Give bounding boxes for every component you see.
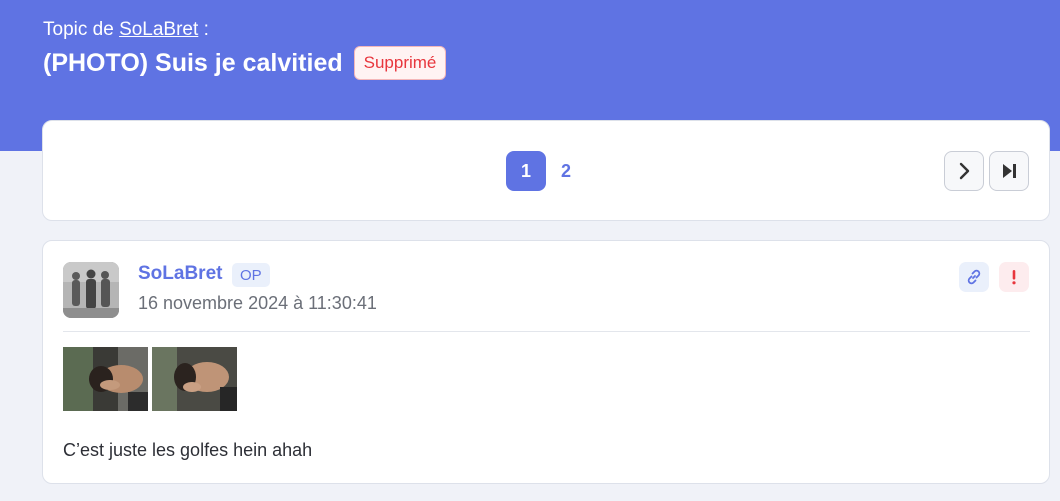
post-text: C’est juste les golfes hein ahah bbox=[63, 440, 313, 460]
post-divider bbox=[63, 331, 1030, 332]
post-image-thumbnail[interactable] bbox=[152, 347, 237, 411]
skip-to-last-icon bbox=[1003, 164, 1016, 178]
chevron-right-icon bbox=[959, 162, 970, 180]
last-page-button[interactable] bbox=[989, 151, 1029, 191]
page-title: (PHOTO) Suis je calvitied bbox=[43, 48, 343, 77]
topic-prefix: Topic de bbox=[43, 19, 114, 40]
page-button-2[interactable]: 2 bbox=[546, 151, 586, 191]
page-button-1[interactable]: 1 bbox=[506, 151, 546, 191]
post-author-link[interactable]: SoLaBret bbox=[138, 263, 222, 285]
topic-suffix: : bbox=[198, 19, 209, 40]
topic-author-link[interactable]: SoLaBret bbox=[119, 19, 198, 40]
report-icon bbox=[1012, 270, 1016, 285]
post-card: SoLaBret OP 16 novembre 2024 à 11:30:41 bbox=[42, 240, 1050, 484]
photo-thumbnail-image bbox=[63, 347, 148, 411]
photo-thumbnail-image bbox=[152, 347, 237, 411]
post-date: 16 novembre 2024 à 11:30:41 bbox=[138, 293, 377, 313]
pagination-card: 1 2 bbox=[42, 120, 1050, 221]
post-image-thumbnail[interactable] bbox=[63, 347, 148, 411]
status-badge: Supprimé bbox=[353, 46, 447, 80]
link-icon bbox=[967, 269, 981, 285]
avatar-image bbox=[63, 262, 119, 318]
avatar[interactable] bbox=[63, 262, 119, 318]
next-page-button[interactable] bbox=[944, 151, 984, 191]
copy-link-button[interactable] bbox=[959, 262, 989, 292]
report-button[interactable] bbox=[999, 262, 1029, 292]
topic-line: Topic de SoLaBret : bbox=[43, 19, 209, 41]
title-row: (PHOTO) Suis je calvitied Supprimé bbox=[43, 46, 447, 80]
op-badge: OP bbox=[232, 263, 270, 287]
